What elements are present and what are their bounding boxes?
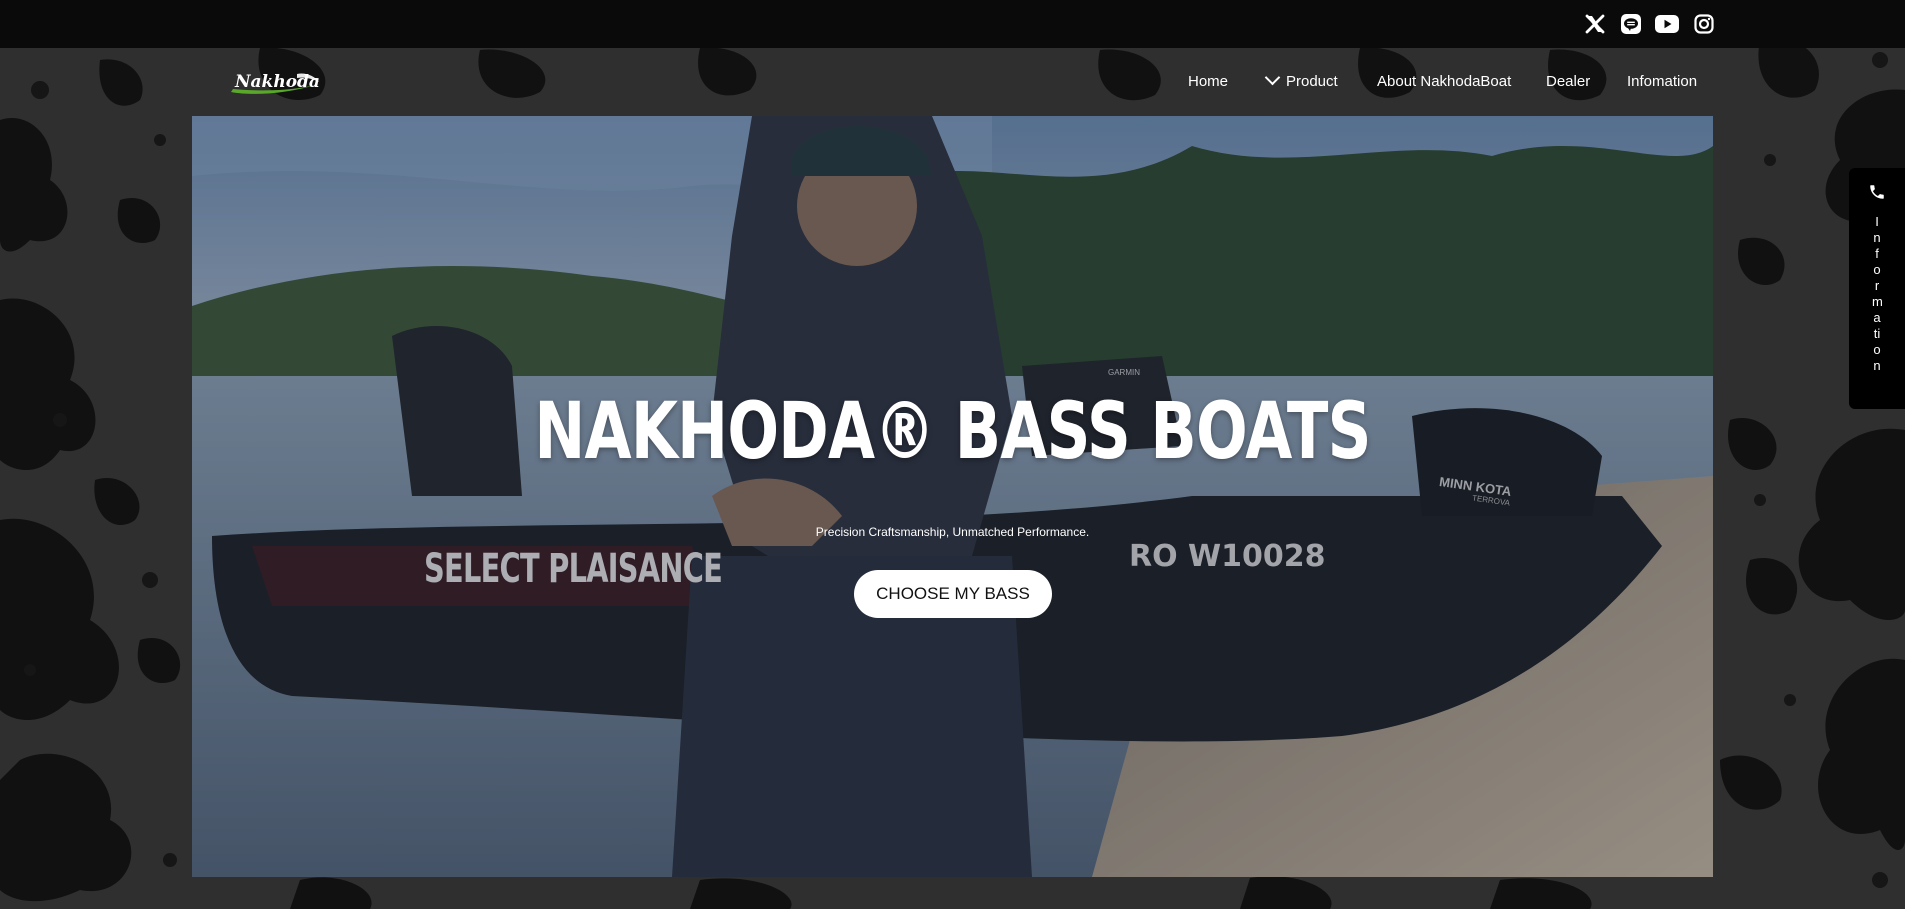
phone-icon — [1868, 183, 1886, 206]
instagram-icon[interactable] — [1690, 10, 1718, 38]
logo-text: Nakhoda — [234, 72, 320, 92]
hero-subtitle: Precision Craftsmanship, Unmatched Perfo… — [815, 525, 1090, 539]
line-chat-icon[interactable] — [1617, 10, 1645, 38]
choose-my-bass-button[interactable]: CHOOSE MY BASS — [854, 570, 1052, 618]
information-tab-label: Information — [1872, 214, 1883, 373]
x-twitter-icon[interactable] — [1581, 10, 1609, 38]
nav-about[interactable]: About NakhodaBoat — [1377, 72, 1511, 92]
nakhoda-logo[interactable]: Nakhoda — [227, 66, 322, 98]
nav-product[interactable]: Product — [1264, 69, 1338, 92]
nav-product-label: Product — [1286, 73, 1338, 90]
hero-dark-overlay — [192, 116, 1713, 877]
top-social-bar — [0, 0, 1905, 48]
nav-information[interactable]: Infomation — [1627, 72, 1697, 92]
information-side-tab[interactable]: Information — [1849, 168, 1905, 409]
nav-dealer[interactable]: Dealer — [1546, 72, 1590, 92]
hero-title: NAKHODA® BASS BOATS — [534, 387, 1371, 477]
hero-banner: SELECT PLAISANCE RO W10028 MINN KOTA TER… — [192, 116, 1713, 877]
youtube-icon[interactable] — [1653, 10, 1681, 38]
nav-home[interactable]: Home — [1188, 72, 1228, 92]
chevron-down-icon — [1264, 69, 1281, 86]
